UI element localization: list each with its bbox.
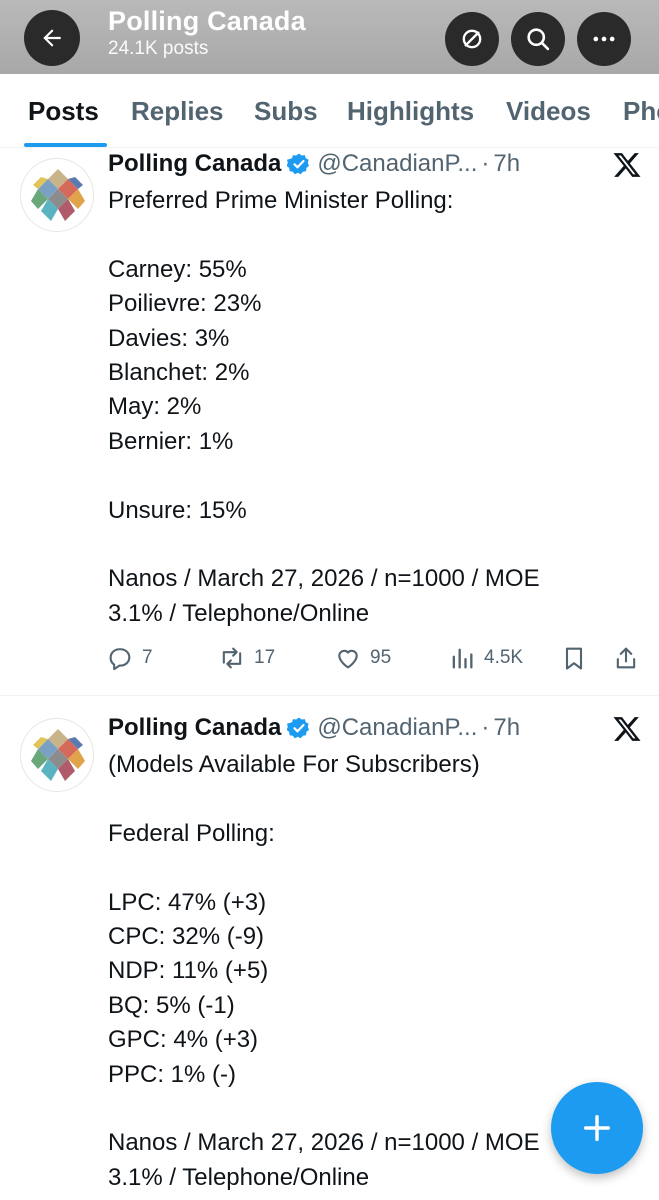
post-actions: 7 17 95 4.5K <box>106 644 646 678</box>
like-button[interactable]: 95 <box>334 644 391 672</box>
verified-badge-icon <box>287 153 310 175</box>
reply-button[interactable]: 7 <box>106 644 153 672</box>
page-title: Polling Canada <box>108 6 306 36</box>
post-count: 24.1K posts <box>108 38 209 59</box>
search-button[interactable] <box>511 12 565 66</box>
post-text: Preferred Prime Minister Polling: Carney… <box>108 187 540 627</box>
view-count: 4.5K <box>484 647 524 668</box>
post-time[interactable]: 7h <box>493 150 520 178</box>
repost-button[interactable]: 17 <box>218 644 275 672</box>
post-card[interactable]: Polling Canada @CanadianP... · 7h Prefer… <box>0 148 659 696</box>
author-name[interactable]: Polling Canada <box>108 714 281 742</box>
post-time[interactable]: 7h <box>493 714 520 742</box>
more-icon <box>593 36 615 42</box>
search-icon <box>527 28 550 51</box>
share-icon <box>616 647 636 669</box>
author-handle[interactable]: @CanadianP... <box>317 714 477 742</box>
verified-badge-icon <box>287 717 310 739</box>
post-divider <box>0 695 659 696</box>
heart-icon <box>338 649 358 669</box>
polling-canada-logo-icon <box>31 169 85 221</box>
separator-dot: · <box>481 150 490 177</box>
x-logo-icon[interactable] <box>612 150 642 180</box>
views-button[interactable]: 4.5K <box>448 644 523 672</box>
header-title-block: Polling Canada 24.1K posts <box>108 4 306 60</box>
repost-icon <box>222 647 242 669</box>
share-button[interactable] <box>612 644 640 672</box>
slashed-circle-icon <box>462 29 482 49</box>
compose-button[interactable] <box>551 1082 643 1174</box>
reply-count: 7 <box>142 647 153 668</box>
bookmark-icon <box>565 647 583 670</box>
tab-videos[interactable]: Videos <box>506 96 591 127</box>
more-button[interactable] <box>577 12 631 66</box>
profile-tabs: Posts Replies Subs Highlights Videos Pho <box>0 74 659 148</box>
active-tab-indicator <box>24 143 107 147</box>
plus-icon <box>583 1114 611 1142</box>
polling-canada-logo-icon <box>31 729 85 781</box>
subscribe-button[interactable] <box>445 12 499 66</box>
tab-photos[interactable]: Pho <box>623 96 659 127</box>
post-header: Polling Canada @CanadianP... · 7h <box>108 712 520 744</box>
tab-highlights[interactable]: Highlights <box>347 96 474 127</box>
reply-icon <box>109 648 131 671</box>
tab-replies[interactable]: Replies <box>131 96 224 127</box>
avatar[interactable] <box>20 718 94 792</box>
like-count: 95 <box>370 647 392 668</box>
separator-dot: · <box>481 714 490 741</box>
author-name[interactable]: Polling Canada <box>108 150 281 178</box>
back-button[interactable] <box>24 10 80 66</box>
post-header: Polling Canada @CanadianP... · 7h <box>108 148 520 180</box>
arrow-left-icon <box>43 29 61 47</box>
bookmark-button[interactable] <box>560 644 588 672</box>
tab-posts[interactable]: Posts <box>28 96 99 127</box>
profile-header: Polling Canada 24.1K posts <box>0 0 659 74</box>
author-handle[interactable]: @CanadianP... <box>317 150 477 178</box>
avatar[interactable] <box>20 158 94 232</box>
repost-count: 17 <box>254 647 276 668</box>
x-logo-icon[interactable] <box>612 714 642 744</box>
views-chart-icon <box>452 648 473 669</box>
tab-subs[interactable]: Subs <box>254 96 318 127</box>
